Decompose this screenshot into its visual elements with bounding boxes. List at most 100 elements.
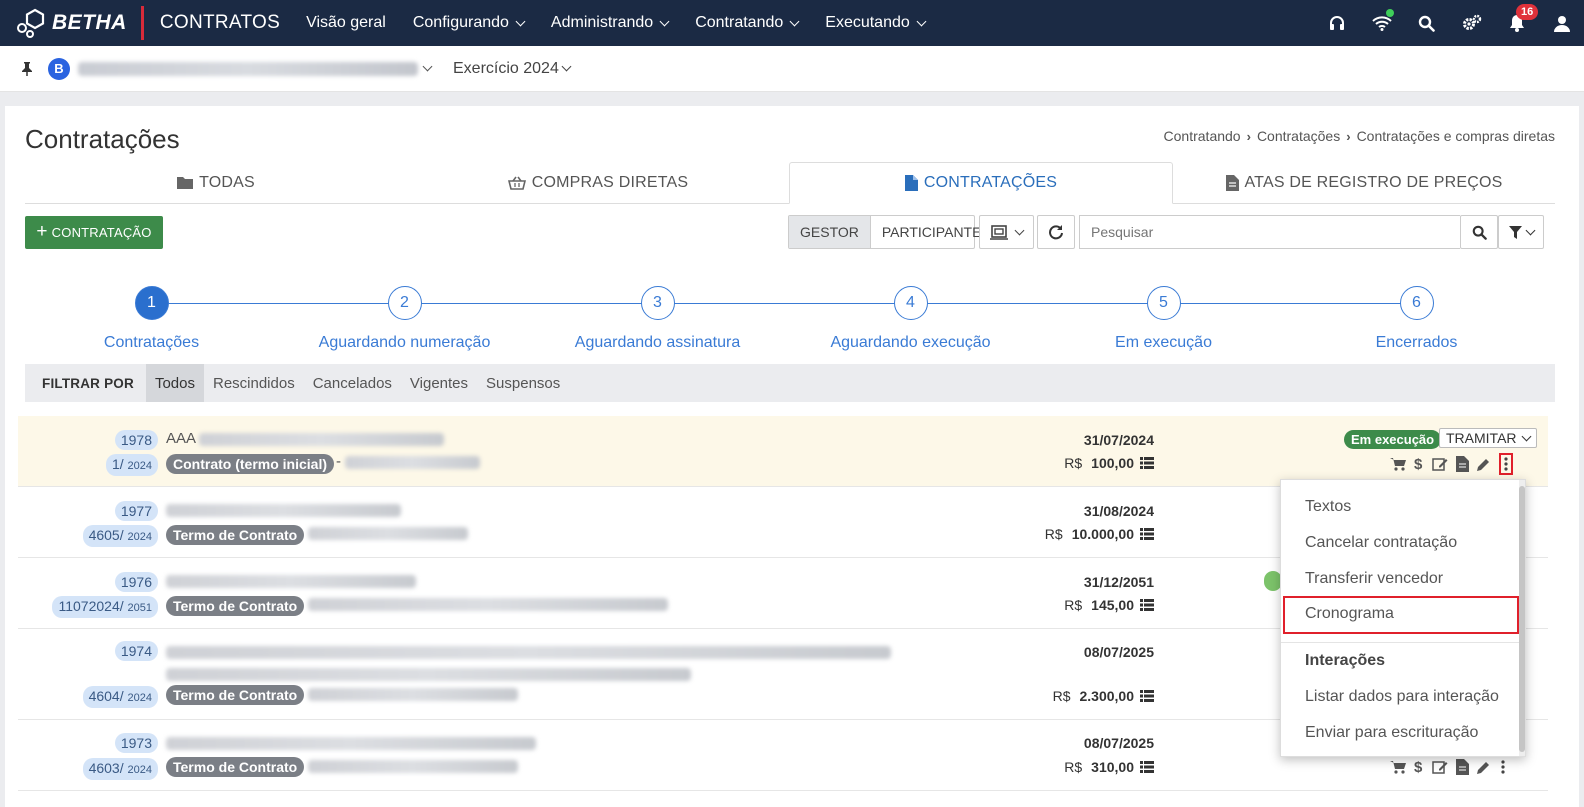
- row-title: AAA: [166, 430, 445, 447]
- nav-contratando[interactable]: Contratando: [695, 14, 800, 32]
- pencil-icon[interactable]: [1477, 457, 1491, 471]
- row-subtitle: [308, 595, 668, 612]
- nav-visao-geral[interactable]: Visão geral: [306, 14, 386, 32]
- scrollbar-thumb[interactable]: [1519, 486, 1525, 752]
- pencil-icon[interactable]: [1477, 760, 1491, 774]
- contract-type-pill: Termo de Contrato: [166, 757, 305, 777]
- brand-logo[interactable]: BETHA: [16, 0, 127, 46]
- toggle-gestor[interactable]: GESTOR: [789, 216, 871, 248]
- menu-item-cronograma[interactable]: Cronograma: [1305, 605, 1394, 623]
- menu-divider: [1281, 642, 1521, 643]
- row-date: 31/12/2051: [1083, 574, 1154, 590]
- refresh-button[interactable]: [1037, 215, 1075, 249]
- step-label: Aguardando execução: [830, 334, 991, 351]
- list-icon[interactable]: [1140, 599, 1154, 611]
- step-em-execucao[interactable]: 5 Em execução: [1037, 286, 1290, 352]
- tab-atas-registro-precos[interactable]: ATAS DE REGISTRO DE PREÇOS: [1173, 162, 1555, 203]
- list-icon[interactable]: [1140, 690, 1154, 702]
- new-contratacao-button[interactable]: + CONTRATAÇÃO: [25, 216, 163, 249]
- step-aguardando-execucao[interactable]: 4 Aguardando execução: [784, 286, 1037, 352]
- list-icon[interactable]: [1140, 528, 1154, 540]
- wifi-icon[interactable]: [1359, 0, 1404, 46]
- cart-icon[interactable]: [1390, 457, 1406, 471]
- document-icon[interactable]: [1456, 759, 1469, 775]
- search-input[interactable]: [1079, 215, 1460, 249]
- user-icon[interactable]: [1539, 0, 1584, 46]
- toggle-participante[interactable]: PARTICIPANTE: [871, 216, 993, 248]
- view-mode-dropdown[interactable]: [979, 215, 1034, 249]
- menu-item-listar-dados-interacao[interactable]: Listar dados para interação: [1305, 688, 1499, 706]
- search-button[interactable]: [1460, 215, 1498, 249]
- menu-item-enviar-escrituracao[interactable]: Enviar para escrituração: [1305, 724, 1478, 742]
- more-actions-button[interactable]: [1499, 453, 1513, 475]
- chevron-down-icon: [916, 16, 927, 26]
- menu-item-textos[interactable]: Textos: [1305, 498, 1351, 516]
- step-encerrados[interactable]: 6 Encerrados: [1290, 286, 1543, 352]
- menu-item-cancelar-contratacao[interactable]: Cancelar contratação: [1305, 534, 1457, 552]
- filter-suspensos[interactable]: Suspensos: [477, 364, 569, 402]
- kebab-icon: [1504, 457, 1508, 471]
- exercise-selector[interactable]: Exercício 2024: [453, 59, 572, 78]
- nav-executando[interactable]: Executando: [825, 14, 927, 32]
- amount: 2.300,00: [1079, 688, 1135, 704]
- filter-dropdown-button[interactable]: [1498, 215, 1544, 249]
- dollar-icon[interactable]: $: [1414, 456, 1424, 472]
- headset-icon[interactable]: [1314, 0, 1359, 46]
- tab-todas[interactable]: TODAS: [25, 162, 407, 203]
- chevron-down-icon[interactable]: [422, 61, 433, 72]
- redacted-text: [166, 667, 691, 681]
- list-icon[interactable]: [1140, 761, 1154, 773]
- breadcrumb-item[interactable]: Contratações: [1257, 128, 1340, 144]
- step-aguardando-assinatura[interactable]: 3 Aguardando assinatura: [531, 286, 784, 352]
- currency: R$: [1064, 597, 1083, 613]
- contract-number: 4604/: [88, 688, 124, 704]
- filter-vigentes[interactable]: Vigentes: [401, 364, 477, 402]
- app-name[interactable]: CONTRATOS: [160, 12, 280, 34]
- edit-icon[interactable]: [1432, 760, 1448, 774]
- title-prefix: AAA: [166, 430, 196, 447]
- top-navbar: BETHA CONTRATOS Visão geral Configurando…: [0, 0, 1584, 46]
- tramitar-dropdown[interactable]: TRAMITAR: [1439, 428, 1537, 448]
- sequence-badge: 1974: [114, 641, 158, 661]
- step-label: Aguardando numeração: [318, 334, 491, 351]
- breadcrumb-item: Contratações e compras diretas: [1356, 128, 1555, 144]
- nav-label: Administrando: [550, 14, 654, 31]
- tab-compras-diretas[interactable]: COMPRAS DIRETAS: [407, 162, 789, 203]
- notifications-bell-icon[interactable]: 16: [1494, 0, 1539, 46]
- list-icon[interactable]: [1140, 457, 1154, 469]
- pin-icon[interactable]: [20, 61, 34, 77]
- file-text-icon: [1225, 174, 1239, 191]
- menu-scrollbar[interactable]: [1519, 480, 1525, 756]
- nav-configurando[interactable]: Configurando: [413, 14, 526, 32]
- cart-icon[interactable]: [1390, 760, 1406, 774]
- row-subtitle: [308, 524, 468, 541]
- gears-icon[interactable]: [1449, 0, 1494, 46]
- exercise-label: Exercício 2024: [453, 59, 559, 77]
- tramitar-label: TRAMITAR: [1446, 430, 1517, 446]
- contract-year: 2051: [127, 602, 152, 614]
- tab-label: CONTRATAÇÕES: [923, 174, 1058, 191]
- tab-contratacoes[interactable]: CONTRATAÇÕES: [789, 162, 1173, 204]
- folder-icon: [177, 177, 194, 189]
- step-contratacoes[interactable]: 1 Contratações: [25, 286, 278, 352]
- redacted-text: [199, 432, 445, 446]
- chevron-down-icon: [789, 16, 800, 26]
- dollar-icon[interactable]: $: [1414, 759, 1424, 775]
- entity-name-redacted[interactable]: [78, 61, 418, 76]
- row-date: 08/07/2025: [1083, 644, 1154, 660]
- step-aguardando-numeracao[interactable]: 2 Aguardando numeração: [278, 286, 531, 352]
- search-icon[interactable]: [1404, 0, 1449, 46]
- document-icon[interactable]: [1456, 456, 1469, 472]
- breadcrumb-item[interactable]: Contratando: [1164, 128, 1241, 144]
- table-row[interactable]: 1978 1/ 2024 AAA Contrato (termo inicial…: [18, 416, 1548, 487]
- step-label: Contratações: [103, 334, 200, 351]
- filter-cancelados[interactable]: Cancelados: [304, 364, 401, 402]
- kebab-icon[interactable]: [1499, 760, 1507, 774]
- nav-administrando[interactable]: Administrando: [550, 14, 670, 32]
- filter-rescindidos[interactable]: Rescindidos: [204, 364, 304, 402]
- menu-item-transferir-vencedor[interactable]: Transferir vencedor: [1305, 570, 1443, 588]
- edit-icon[interactable]: [1432, 457, 1448, 471]
- svg-text:$: $: [1414, 456, 1423, 472]
- context-bar: B Exercício 2024: [0, 46, 1584, 92]
- filter-todos[interactable]: Todos: [145, 364, 204, 402]
